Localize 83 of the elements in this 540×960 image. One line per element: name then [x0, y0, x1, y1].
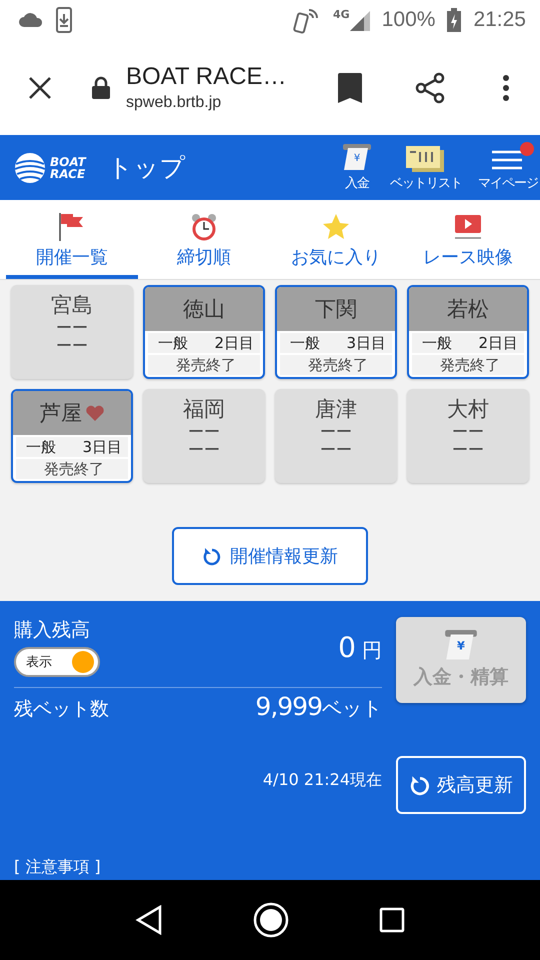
race-grade: 一般 — [26, 437, 56, 457]
venue-name: 芦屋 — [40, 400, 82, 427]
refresh-icon — [409, 774, 431, 796]
deposit-button[interactable]: ¥ 入金 — [338, 144, 376, 192]
video-icon — [454, 212, 482, 240]
tab[interactable]: 開催一覧 — [6, 200, 138, 279]
venue-name: 宮島 — [51, 292, 93, 319]
race-day: 3日目 — [346, 333, 386, 353]
share-icon[interactable] — [414, 72, 446, 104]
menu-button[interactable]: マイページ — [476, 144, 540, 192]
race-day: 2日目 — [478, 333, 518, 353]
balance-amount: 0 — [338, 630, 356, 664]
close-icon[interactable] — [28, 76, 52, 100]
signal-icon — [350, 9, 370, 31]
url-text: spweb.brtb.jp — [126, 94, 222, 112]
no-race-text: ーー — [452, 423, 484, 441]
venue-name: 若松 — [447, 296, 489, 323]
page-title: BOAT RACE… — [126, 63, 288, 91]
venue-name: 徳山 — [183, 296, 225, 323]
bets-unit: ベット — [322, 695, 382, 722]
race-day: 2日目 — [214, 333, 254, 353]
tab[interactable]: お気に入り — [270, 200, 402, 279]
notice-link[interactable]: [ 注意事項 ] — [14, 857, 101, 878]
sales-status: 発売終了 — [44, 459, 104, 479]
lock-icon — [92, 76, 110, 100]
download-icon — [56, 7, 72, 33]
clock-time: 21:25 — [473, 8, 526, 32]
venue-card[interactable]: 大村 ーー ーー — [407, 389, 529, 483]
bets-label: 残ベット数 — [14, 697, 109, 722]
header-title: トップ — [108, 152, 186, 184]
logo-text: BOAT — [50, 156, 86, 168]
logo-text: RACE — [50, 168, 86, 180]
race-grade: 一般 — [158, 333, 188, 353]
sales-status: 発売終了 — [308, 355, 368, 375]
sales-status: 発売終了 — [176, 355, 236, 375]
tickets-icon — [406, 144, 446, 174]
timestamp: 4/10 21:24現在 — [262, 770, 382, 791]
tab[interactable]: レース映像 — [402, 200, 534, 279]
no-race-text: ーー — [56, 337, 88, 355]
venue-card[interactable]: 若松 一般 2日目 発売終了 — [407, 285, 529, 379]
refresh-button[interactable]: 開催情報更新 — [172, 527, 368, 585]
venue-card[interactable]: 福岡 ーー ーー — [143, 389, 265, 483]
race-day: 3日目 — [82, 437, 122, 457]
venue-name: 下関 — [315, 296, 357, 323]
venue-name: 大村 — [447, 396, 489, 423]
refresh-icon — [202, 546, 222, 566]
venue-card[interactable]: 下関 一般 3日目 発売終了 — [275, 285, 397, 379]
battery-icon — [447, 8, 462, 32]
show-toggle[interactable]: 表示 — [14, 647, 100, 677]
venue-card[interactable]: 宮島 ーー ーー — [11, 285, 133, 379]
venue-card[interactable]: 芦屋 一般 3日目 発売終了 — [11, 389, 133, 483]
no-race-text: ーー — [320, 441, 352, 459]
balance-refresh-button[interactable]: 残高更新 — [396, 756, 526, 814]
currency-unit: 円 — [362, 636, 382, 664]
back-icon[interactable] — [135, 905, 163, 935]
no-race-text: ーー — [56, 319, 88, 337]
network-label: 4G — [333, 8, 350, 21]
alarm-clock-icon — [191, 212, 217, 240]
no-race-text: ーー — [188, 441, 220, 459]
logo-icon — [14, 152, 46, 184]
star-icon — [322, 212, 350, 240]
venue-card[interactable]: 徳山 一般 2日目 発売終了 — [143, 285, 265, 379]
cloud-icon — [18, 12, 44, 28]
flag-icon — [59, 212, 85, 240]
recents-icon[interactable] — [379, 907, 405, 933]
no-race-text: ーー — [188, 423, 220, 441]
tab[interactable]: 締切順 — [138, 200, 270, 279]
no-race-text: ーー — [320, 423, 352, 441]
bookmark-icon[interactable] — [338, 72, 362, 102]
balance-label: 購入残高 — [14, 618, 91, 643]
venue-card[interactable]: 唐津 ーー ーー — [275, 389, 397, 483]
race-grade: 一般 — [422, 333, 452, 353]
more-icon[interactable] — [502, 74, 510, 102]
deposit-button[interactable]: ¥ 入金・精算 — [396, 617, 526, 703]
venue-name: 福岡 — [183, 396, 225, 423]
battery-percent: 100% — [382, 8, 436, 32]
bets-count: 9,999 — [255, 692, 322, 721]
sales-status: 発売終了 — [440, 355, 500, 375]
betlist-button[interactable]: ベットリスト — [388, 144, 464, 192]
home-icon[interactable] — [253, 902, 289, 938]
no-race-text: ーー — [452, 441, 484, 459]
venue-name: 唐津 — [315, 396, 357, 423]
race-grade: 一般 — [290, 333, 320, 353]
